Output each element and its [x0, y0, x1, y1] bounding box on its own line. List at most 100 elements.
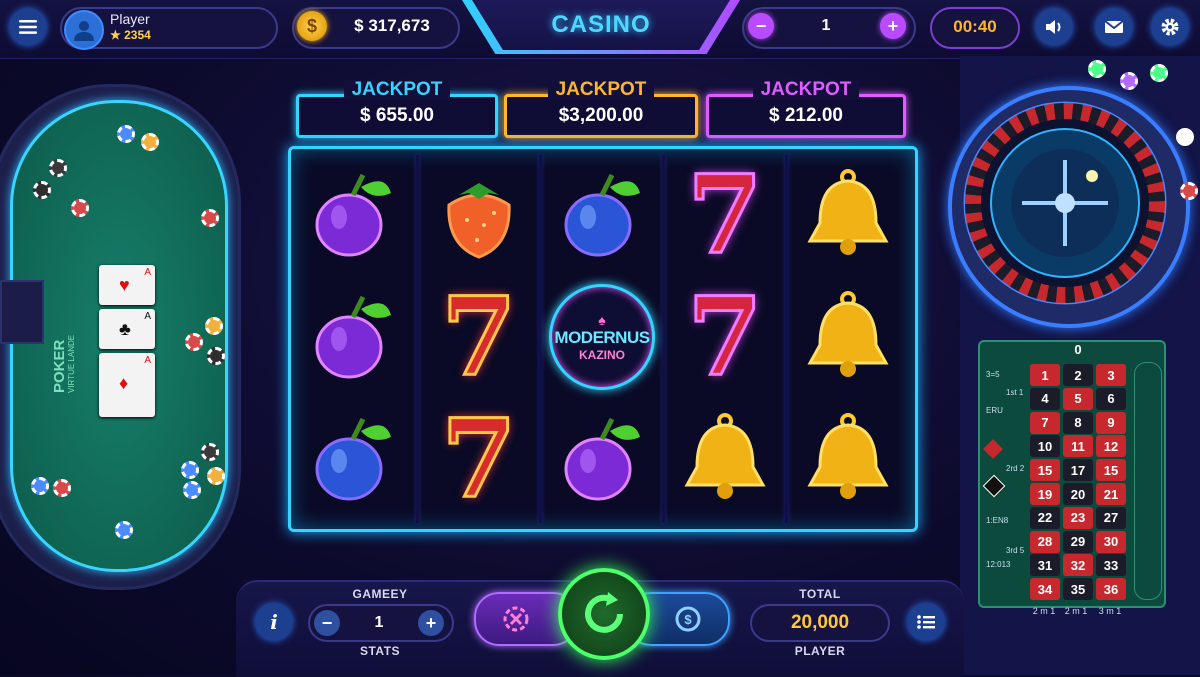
points-value: 2354	[124, 28, 151, 42]
roulette-number-cell[interactable]: 11	[1063, 435, 1093, 458]
club-icon: ♣	[119, 319, 131, 339]
roulette-number-cell[interactable]: 17	[1063, 459, 1093, 482]
chip-icon	[53, 479, 71, 497]
roulette-number-cell[interactable]: 19	[1030, 483, 1060, 505]
chip-icon	[33, 181, 51, 199]
roulette-number-cell[interactable]: 28	[1030, 530, 1060, 553]
roulette-number-cell[interactable]: 3	[1096, 364, 1126, 386]
roulette-wheel[interactable]	[948, 86, 1190, 328]
sound-button[interactable]	[1036, 9, 1072, 45]
jackpot-1-label: JACKPOT	[343, 80, 451, 100]
roulette-number-cell[interactable]: 5	[1063, 387, 1093, 410]
total-value: 20,000	[790, 612, 850, 633]
red-diamond-icon[interactable]	[983, 439, 1003, 459]
roulette-number-cell[interactable]: 30	[1096, 530, 1126, 553]
speaker-icon	[1046, 20, 1061, 34]
roulette-number-cell[interactable]: 23	[1063, 506, 1093, 529]
player-points: ★ 2354	[110, 28, 151, 42]
chip-icon	[205, 317, 223, 335]
bet-decrease-button[interactable]: −	[748, 13, 774, 39]
game-increase-button[interactable]: +	[418, 610, 444, 636]
plum-icon	[542, 399, 662, 519]
plum-icon	[293, 399, 413, 519]
roulette-number-cell[interactable]: 15	[1030, 459, 1060, 482]
roulette-number-cell[interactable]: 6	[1096, 387, 1126, 410]
plum-icon	[542, 155, 662, 275]
side-label: 3=5	[986, 370, 1000, 379]
chip-icon	[1180, 182, 1198, 200]
chip-icon	[71, 199, 89, 217]
chip-icon	[181, 461, 199, 479]
chip-icon	[1150, 64, 1168, 82]
roulette-number-cell[interactable]: 33	[1096, 554, 1126, 577]
stats-label: STATS	[359, 644, 401, 658]
column-bet[interactable]: 2 m 1	[1028, 606, 1060, 616]
timer-value: 00:40	[953, 17, 997, 36]
chip-icon	[201, 209, 219, 227]
side-label: 12:013	[986, 560, 1011, 569]
card-rank: A	[144, 355, 151, 366]
user-icon	[74, 21, 94, 41]
info-button[interactable]: i	[256, 604, 292, 640]
roulette-number-cell[interactable]: 29	[1063, 530, 1093, 553]
reel-1	[293, 155, 413, 523]
playing-card: A ♣	[99, 309, 155, 349]
roulette-number-cell[interactable]: 8	[1063, 411, 1093, 434]
menu-button[interactable]	[10, 9, 46, 45]
bet-increase-button[interactable]: +	[880, 13, 906, 39]
dozen-label[interactable]: 3rd 5	[1006, 546, 1024, 555]
jackpot-2-value: $3,200.00	[558, 105, 644, 126]
roulette-number-cell[interactable]: 22	[1030, 506, 1060, 529]
spin-icon	[585, 592, 623, 633]
list-button[interactable]	[908, 604, 944, 640]
roulette-number-cell[interactable]: 12	[1096, 435, 1126, 458]
roulette-number-cell[interactable]: 9	[1096, 411, 1126, 434]
black-diamond-icon[interactable]	[982, 474, 1006, 498]
roulette-number-cell[interactable]: 1	[1030, 364, 1060, 386]
roulette-number-cell[interactable]: 2	[1063, 364, 1093, 386]
chip-icon	[115, 521, 133, 539]
info-icon: i	[270, 610, 278, 634]
jackpot-3: JACKPOT $ 212.00	[706, 80, 906, 138]
mail-button[interactable]	[1096, 9, 1132, 45]
roulette-number-cell[interactable]: 7	[1030, 411, 1060, 434]
roulette-number-cell[interactable]: 15	[1096, 459, 1126, 482]
chip-icon	[141, 133, 159, 151]
roulette-number-cell[interactable]: 4	[1030, 387, 1060, 410]
roulette-number-cell[interactable]: 10	[1030, 435, 1060, 458]
star-icon: ★	[110, 28, 121, 42]
roulette-number-cell[interactable]: 35	[1063, 578, 1093, 601]
jackpot-2: JACKPOT $3,200.00	[504, 80, 698, 138]
roulette-number-cell[interactable]: 32	[1063, 554, 1093, 577]
jackpot-2-label: JACKPOT	[547, 80, 655, 100]
bet-value: 1	[821, 17, 831, 34]
chip-icon	[1088, 60, 1106, 78]
roulette-number-cell[interactable]: 36	[1096, 578, 1126, 601]
dozen-label[interactable]: 2rd 2	[1006, 464, 1024, 473]
roulette-number-cell[interactable]: 34	[1030, 578, 1060, 601]
roulette-number-cell[interactable]: 20	[1063, 483, 1093, 505]
settings-button[interactable]	[1152, 9, 1188, 45]
jackpot-1-value: $ 655.00	[360, 105, 434, 126]
page-title: CASINO	[472, 0, 730, 50]
game-decrease-button[interactable]: −	[314, 610, 340, 636]
bell-icon	[788, 399, 908, 519]
roulette-number-cell[interactable]: 21	[1096, 483, 1126, 505]
autoplay-icon: $	[675, 606, 701, 632]
logo-subtitle: KAZINO	[579, 348, 625, 362]
envelope-icon	[1104, 20, 1124, 33]
seven-icon: 7	[440, 274, 518, 400]
dozen-label[interactable]: 1st 1	[1006, 388, 1023, 397]
column-bet[interactable]: 3 m 1	[1094, 606, 1126, 616]
roulette-zero[interactable]: 0	[1030, 342, 1126, 360]
jackpot-3-value: $ 212.00	[769, 105, 843, 126]
roulette-number-cell[interactable]: 31	[1030, 554, 1060, 577]
roulette-wheel-icon	[963, 101, 1167, 305]
bell-icon	[788, 277, 908, 397]
card-rank: A	[144, 267, 151, 278]
roulette-number-cell[interactable]: 27	[1096, 506, 1126, 529]
spin-button[interactable]	[558, 568, 650, 660]
chip-icon	[117, 125, 135, 143]
column-bet[interactable]: 2 m 1	[1060, 606, 1092, 616]
plum-icon	[293, 277, 413, 397]
